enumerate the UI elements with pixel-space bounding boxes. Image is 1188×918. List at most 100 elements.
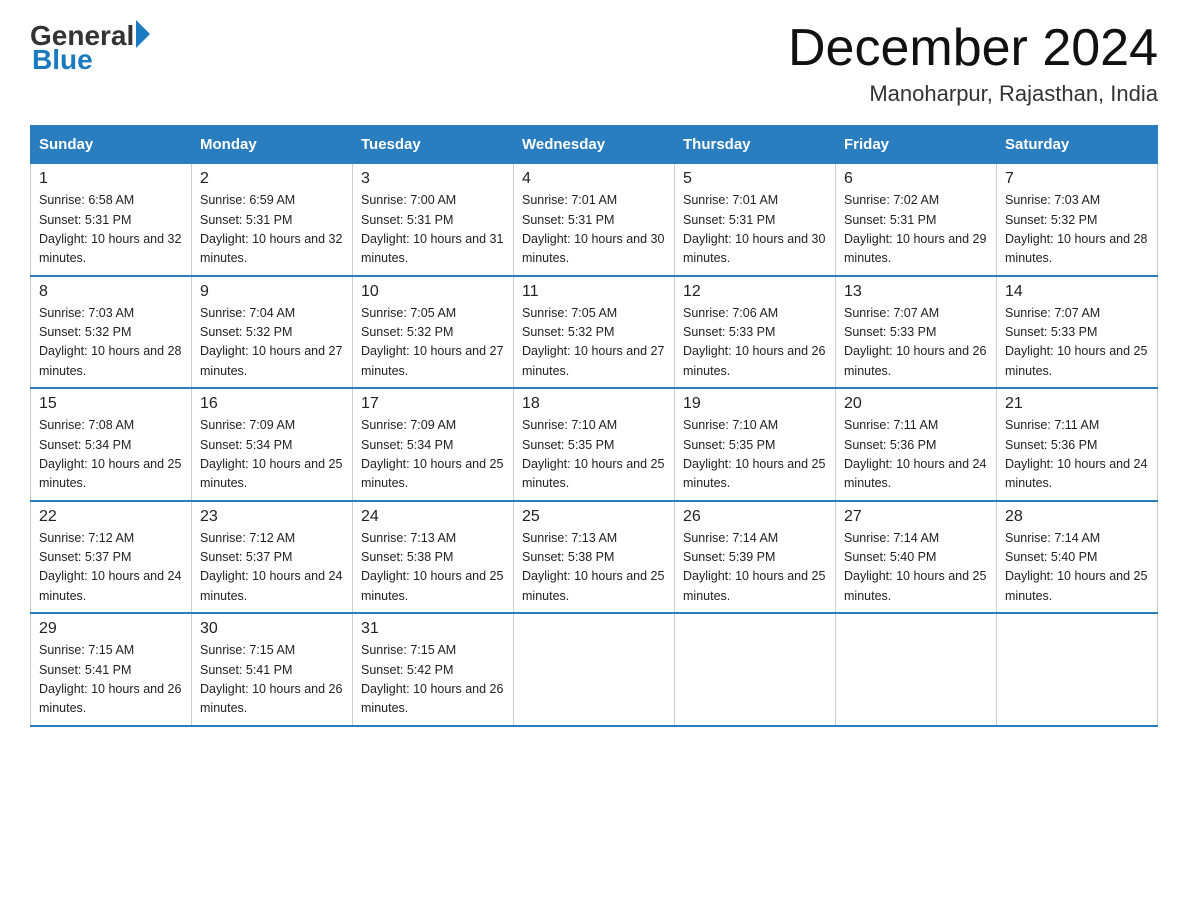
day-info: Sunrise: 6:59 AMSunset: 5:31 PMDaylight:… — [200, 193, 342, 265]
calendar-day-2: 2 Sunrise: 6:59 AMSunset: 5:31 PMDayligh… — [192, 164, 353, 276]
day-number: 4 — [522, 170, 666, 188]
calendar-day-21: 21 Sunrise: 7:11 AMSunset: 5:36 PMDaylig… — [997, 388, 1158, 501]
day-number: 22 — [39, 508, 183, 526]
day-number: 15 — [39, 395, 183, 413]
calendar-week-row-2: 8 Sunrise: 7:03 AMSunset: 5:32 PMDayligh… — [31, 276, 1158, 389]
weekday-header-saturday: Saturday — [997, 126, 1158, 164]
calendar-day-7: 7 Sunrise: 7:03 AMSunset: 5:32 PMDayligh… — [997, 164, 1158, 276]
calendar-day-14: 14 Sunrise: 7:07 AMSunset: 5:33 PMDaylig… — [997, 276, 1158, 389]
day-info: Sunrise: 7:15 AMSunset: 5:41 PMDaylight:… — [39, 643, 181, 715]
day-info: Sunrise: 7:05 AMSunset: 5:32 PMDaylight:… — [522, 306, 664, 378]
day-info: Sunrise: 7:10 AMSunset: 5:35 PMDaylight:… — [522, 418, 664, 490]
calendar-day-29: 29 Sunrise: 7:15 AMSunset: 5:41 PMDaylig… — [31, 613, 192, 726]
day-number: 8 — [39, 283, 183, 301]
day-number: 13 — [844, 283, 988, 301]
calendar-day-27: 27 Sunrise: 7:14 AMSunset: 5:40 PMDaylig… — [836, 501, 997, 614]
day-info: Sunrise: 6:58 AMSunset: 5:31 PMDaylight:… — [39, 193, 181, 265]
logo: General Blue — [30, 20, 150, 76]
day-number: 27 — [844, 508, 988, 526]
day-number: 6 — [844, 170, 988, 188]
calendar-day-1: 1 Sunrise: 6:58 AMSunset: 5:31 PMDayligh… — [31, 164, 192, 276]
calendar-day-6: 6 Sunrise: 7:02 AMSunset: 5:31 PMDayligh… — [836, 164, 997, 276]
calendar-day-3: 3 Sunrise: 7:00 AMSunset: 5:31 PMDayligh… — [353, 164, 514, 276]
day-info: Sunrise: 7:12 AMSunset: 5:37 PMDaylight:… — [39, 531, 181, 603]
day-number: 11 — [522, 283, 666, 301]
day-number: 2 — [200, 170, 344, 188]
logo-blue-text: Blue — [32, 44, 93, 76]
day-info: Sunrise: 7:11 AMSunset: 5:36 PMDaylight:… — [1005, 418, 1147, 490]
weekday-header-wednesday: Wednesday — [514, 126, 675, 164]
day-info: Sunrise: 7:01 AMSunset: 5:31 PMDaylight:… — [522, 193, 664, 265]
empty-cell — [675, 613, 836, 726]
day-number: 7 — [1005, 170, 1149, 188]
day-info: Sunrise: 7:14 AMSunset: 5:40 PMDaylight:… — [844, 531, 986, 603]
calendar-day-4: 4 Sunrise: 7:01 AMSunset: 5:31 PMDayligh… — [514, 164, 675, 276]
day-number: 21 — [1005, 395, 1149, 413]
day-number: 26 — [683, 508, 827, 526]
day-info: Sunrise: 7:03 AMSunset: 5:32 PMDaylight:… — [39, 306, 181, 378]
calendar-day-24: 24 Sunrise: 7:13 AMSunset: 5:38 PMDaylig… — [353, 501, 514, 614]
weekday-header-monday: Monday — [192, 126, 353, 164]
day-number: 10 — [361, 283, 505, 301]
page-header: General Blue December 2024 Manoharpur, R… — [30, 20, 1158, 107]
day-info: Sunrise: 7:07 AMSunset: 5:33 PMDaylight:… — [844, 306, 986, 378]
day-number: 3 — [361, 170, 505, 188]
day-info: Sunrise: 7:00 AMSunset: 5:31 PMDaylight:… — [361, 193, 503, 265]
calendar-week-row-4: 22 Sunrise: 7:12 AMSunset: 5:37 PMDaylig… — [31, 501, 1158, 614]
calendar-day-8: 8 Sunrise: 7:03 AMSunset: 5:32 PMDayligh… — [31, 276, 192, 389]
day-info: Sunrise: 7:13 AMSunset: 5:38 PMDaylight:… — [522, 531, 664, 603]
calendar-day-19: 19 Sunrise: 7:10 AMSunset: 5:35 PMDaylig… — [675, 388, 836, 501]
day-info: Sunrise: 7:07 AMSunset: 5:33 PMDaylight:… — [1005, 306, 1147, 378]
day-number: 5 — [683, 170, 827, 188]
calendar-day-23: 23 Sunrise: 7:12 AMSunset: 5:37 PMDaylig… — [192, 501, 353, 614]
weekday-header-sunday: Sunday — [31, 126, 192, 164]
day-number: 1 — [39, 170, 183, 188]
calendar-subtitle: Manoharpur, Rajasthan, India — [788, 81, 1158, 107]
calendar-week-row-3: 15 Sunrise: 7:08 AMSunset: 5:34 PMDaylig… — [31, 388, 1158, 501]
weekday-header-tuesday: Tuesday — [353, 126, 514, 164]
calendar-day-28: 28 Sunrise: 7:14 AMSunset: 5:40 PMDaylig… — [997, 501, 1158, 614]
day-number: 19 — [683, 395, 827, 413]
day-number: 31 — [361, 620, 505, 638]
calendar-day-12: 12 Sunrise: 7:06 AMSunset: 5:33 PMDaylig… — [675, 276, 836, 389]
calendar-day-31: 31 Sunrise: 7:15 AMSunset: 5:42 PMDaylig… — [353, 613, 514, 726]
calendar-day-15: 15 Sunrise: 7:08 AMSunset: 5:34 PMDaylig… — [31, 388, 192, 501]
weekday-header-thursday: Thursday — [675, 126, 836, 164]
day-number: 28 — [1005, 508, 1149, 526]
day-info: Sunrise: 7:09 AMSunset: 5:34 PMDaylight:… — [361, 418, 503, 490]
day-info: Sunrise: 7:02 AMSunset: 5:31 PMDaylight:… — [844, 193, 986, 265]
day-info: Sunrise: 7:15 AMSunset: 5:41 PMDaylight:… — [200, 643, 342, 715]
calendar-day-17: 17 Sunrise: 7:09 AMSunset: 5:34 PMDaylig… — [353, 388, 514, 501]
day-number: 17 — [361, 395, 505, 413]
day-number: 24 — [361, 508, 505, 526]
calendar-day-5: 5 Sunrise: 7:01 AMSunset: 5:31 PMDayligh… — [675, 164, 836, 276]
calendar-title: December 2024 — [788, 20, 1158, 77]
calendar-day-13: 13 Sunrise: 7:07 AMSunset: 5:33 PMDaylig… — [836, 276, 997, 389]
weekday-header-row: SundayMondayTuesdayWednesdayThursdayFrid… — [31, 126, 1158, 164]
calendar-day-16: 16 Sunrise: 7:09 AMSunset: 5:34 PMDaylig… — [192, 388, 353, 501]
calendar-week-row-5: 29 Sunrise: 7:15 AMSunset: 5:41 PMDaylig… — [31, 613, 1158, 726]
day-number: 16 — [200, 395, 344, 413]
calendar-table: SundayMondayTuesdayWednesdayThursdayFrid… — [30, 125, 1158, 727]
logo-arrow-icon — [136, 20, 150, 48]
title-block: December 2024 Manoharpur, Rajasthan, Ind… — [788, 20, 1158, 107]
day-info: Sunrise: 7:06 AMSunset: 5:33 PMDaylight:… — [683, 306, 825, 378]
day-info: Sunrise: 7:14 AMSunset: 5:40 PMDaylight:… — [1005, 531, 1147, 603]
calendar-day-20: 20 Sunrise: 7:11 AMSunset: 5:36 PMDaylig… — [836, 388, 997, 501]
day-info: Sunrise: 7:12 AMSunset: 5:37 PMDaylight:… — [200, 531, 342, 603]
calendar-day-9: 9 Sunrise: 7:04 AMSunset: 5:32 PMDayligh… — [192, 276, 353, 389]
day-info: Sunrise: 7:01 AMSunset: 5:31 PMDaylight:… — [683, 193, 825, 265]
calendar-week-row-1: 1 Sunrise: 6:58 AMSunset: 5:31 PMDayligh… — [31, 164, 1158, 276]
day-info: Sunrise: 7:04 AMSunset: 5:32 PMDaylight:… — [200, 306, 342, 378]
day-info: Sunrise: 7:05 AMSunset: 5:32 PMDaylight:… — [361, 306, 503, 378]
day-number: 14 — [1005, 283, 1149, 301]
day-info: Sunrise: 7:14 AMSunset: 5:39 PMDaylight:… — [683, 531, 825, 603]
day-number: 18 — [522, 395, 666, 413]
calendar-day-30: 30 Sunrise: 7:15 AMSunset: 5:41 PMDaylig… — [192, 613, 353, 726]
day-number: 23 — [200, 508, 344, 526]
day-info: Sunrise: 7:15 AMSunset: 5:42 PMDaylight:… — [361, 643, 503, 715]
day-number: 12 — [683, 283, 827, 301]
calendar-day-10: 10 Sunrise: 7:05 AMSunset: 5:32 PMDaylig… — [353, 276, 514, 389]
calendar-day-26: 26 Sunrise: 7:14 AMSunset: 5:39 PMDaylig… — [675, 501, 836, 614]
day-info: Sunrise: 7:08 AMSunset: 5:34 PMDaylight:… — [39, 418, 181, 490]
